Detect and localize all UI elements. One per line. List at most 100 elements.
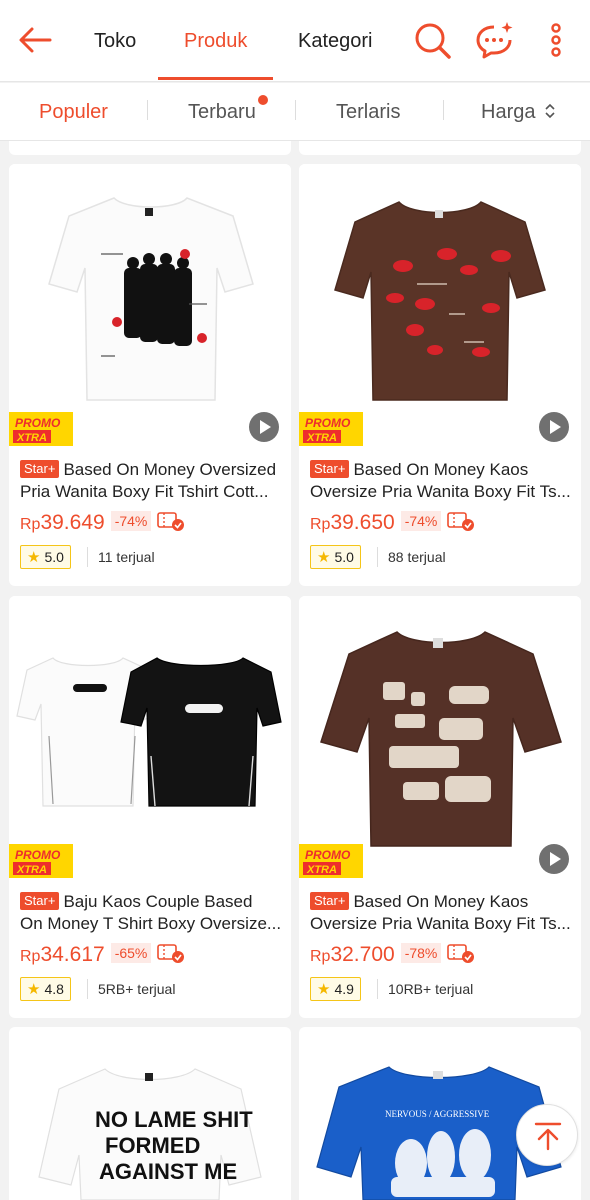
currency: Rp xyxy=(20,948,41,965)
promo-xtra-label xyxy=(299,412,363,446)
video-play-icon[interactable] xyxy=(249,412,279,442)
star-plus-badge: Star+ xyxy=(310,460,350,478)
rating-value: 4.9 xyxy=(334,981,354,997)
product-image xyxy=(299,596,581,878)
brown-tshirt-image xyxy=(334,201,546,401)
star-plus-badge: Star+ xyxy=(20,460,60,478)
product-title-line2: Oversize Pria Wanita Boxy Fit Ts... xyxy=(310,482,571,501)
sort-divider xyxy=(147,100,148,120)
price-value: 32.700 xyxy=(330,943,395,966)
price-value: 39.649 xyxy=(40,511,105,534)
tab-toko[interactable]: Toko xyxy=(94,24,136,58)
promo-xtra-label xyxy=(9,412,73,446)
rating-badge: ★ 5.0 xyxy=(20,545,71,569)
promo-xtra-label xyxy=(299,844,363,878)
product-card[interactable]: Star+ Baju Kaos Couple Based On Money T S… xyxy=(9,596,291,1018)
product-title-line2: Oversize Pria Wanita Boxy Fit Ts... xyxy=(310,914,571,933)
product-price: Rp39.650 -74% xyxy=(310,510,476,538)
print-text-line: AGAINST ME xyxy=(99,1159,237,1184)
voucher-check-icon xyxy=(157,512,186,532)
white-tshirt-image xyxy=(48,197,254,401)
sold-count: 5RB+ terjual xyxy=(87,979,175,999)
product-title: Star+ Based On Money Oversized Pria Wanit… xyxy=(20,459,282,503)
star-plus-badge: Star+ xyxy=(310,892,350,910)
star-icon: ★ xyxy=(317,981,331,998)
print-text-line: NO LAME SHIT xyxy=(95,1107,253,1132)
discount-badge: -78% xyxy=(400,943,442,963)
product-image xyxy=(9,596,291,878)
product-title-line1: Baju Kaos Couple Based xyxy=(63,892,253,911)
voucher-check-icon xyxy=(157,944,186,964)
rating-value: 5.0 xyxy=(44,549,64,565)
chat-icon[interactable] xyxy=(472,18,516,62)
back-arrow-icon[interactable] xyxy=(14,18,58,62)
sort-harga-label: Harga xyxy=(481,101,536,123)
voucher-check-icon xyxy=(447,512,476,532)
brown-graphic-tshirt-image xyxy=(320,631,562,847)
promo-xtra-label xyxy=(9,844,73,878)
sold-count: 10RB+ terjual xyxy=(377,979,473,999)
currency: Rp xyxy=(310,516,331,533)
discount-badge: -65% xyxy=(110,943,152,963)
star-icon: ★ xyxy=(27,549,41,566)
product-title: Star+ Baju Kaos Couple Based On Money T S… xyxy=(20,891,282,935)
up-down-chevron-icon xyxy=(545,103,555,119)
sold-count: 88 terjual xyxy=(377,547,446,567)
product-title-line1: Based On Money Oversized xyxy=(63,460,277,479)
product-price: Rp39.649 -74% xyxy=(20,510,186,538)
active-tab-indicator xyxy=(158,77,273,80)
video-play-icon[interactable] xyxy=(539,844,569,874)
product-card[interactable]: Star+ Based On Money Kaos Oversize Pria W… xyxy=(299,164,581,586)
couple-tshirt-image xyxy=(16,657,282,807)
price-value: 39.650 xyxy=(330,511,395,534)
product-image xyxy=(299,164,581,446)
product-card[interactable]: Star+ Based On Money Oversized Pria Wanit… xyxy=(9,164,291,586)
product-title: Star+ Based On Money Kaos Oversize Pria W… xyxy=(310,459,572,503)
search-icon[interactable] xyxy=(410,18,454,62)
rating-badge: ★ 5.0 xyxy=(310,545,361,569)
currency: Rp xyxy=(310,948,331,965)
previous-card-bottom xyxy=(9,141,291,155)
star-icon: ★ xyxy=(27,981,41,998)
rating-badge: ★ 4.8 xyxy=(20,977,71,1001)
sort-populer[interactable]: Populer xyxy=(39,99,108,125)
product-title-line2: On Money T Shirt Boxy Oversize... xyxy=(20,914,282,933)
sold-count: 11 terjual xyxy=(87,547,155,567)
video-play-icon[interactable] xyxy=(539,412,569,442)
product-title-line1: Based On Money Kaos xyxy=(353,892,529,911)
sort-harga[interactable]: Harga xyxy=(481,99,557,125)
sort-divider xyxy=(443,100,444,120)
more-options-icon[interactable] xyxy=(536,18,580,62)
currency: Rp xyxy=(20,516,41,533)
discount-badge: -74% xyxy=(400,511,442,531)
top-navigation: Toko Produk Kategori xyxy=(0,0,590,82)
previous-card-bottom xyxy=(299,141,581,155)
scroll-to-top-button[interactable] xyxy=(516,1104,578,1166)
product-title-line1: Based On Money Kaos xyxy=(353,460,529,479)
print-text-line: FORMED xyxy=(105,1133,200,1158)
sort-divider xyxy=(295,100,296,120)
tab-kategori[interactable]: Kategori xyxy=(298,24,373,58)
discount-badge: -74% xyxy=(110,511,152,531)
rating-value: 4.8 xyxy=(44,981,64,997)
arrow-up-icon xyxy=(534,1122,562,1151)
rating-value: 5.0 xyxy=(334,549,354,565)
print-text-line: NERVOUS / AGGRESSIVE xyxy=(385,1109,490,1119)
price-value: 34.617 xyxy=(40,943,105,966)
sort-terbaru[interactable]: Terbaru xyxy=(188,99,256,125)
product-card[interactable]: NO LAME SHIT FORMED AGAINST ME xyxy=(9,1027,291,1200)
tab-produk[interactable]: Produk xyxy=(184,24,247,58)
white-slogan-tshirt-image: NO LAME SHIT FORMED AGAINST ME xyxy=(38,1068,262,1200)
product-image xyxy=(9,164,291,446)
product-title: Star+ Based On Money Kaos Oversize Pria W… xyxy=(310,891,572,935)
voucher-check-icon xyxy=(447,944,476,964)
product-price: Rp32.700 -78% xyxy=(310,942,476,970)
new-indicator-dot xyxy=(258,95,268,105)
product-title-line2: Pria Wanita Boxy Fit Tshirt Cott... xyxy=(20,482,269,501)
sort-terlaris[interactable]: Terlaris xyxy=(336,99,400,125)
product-card[interactable]: Star+ Based On Money Kaos Oversize Pria W… xyxy=(299,596,581,1018)
product-price: Rp34.617 -65% xyxy=(20,942,186,970)
star-icon: ★ xyxy=(317,549,331,566)
star-plus-badge: Star+ xyxy=(20,892,60,910)
rating-badge: ★ 4.9 xyxy=(310,977,361,1001)
